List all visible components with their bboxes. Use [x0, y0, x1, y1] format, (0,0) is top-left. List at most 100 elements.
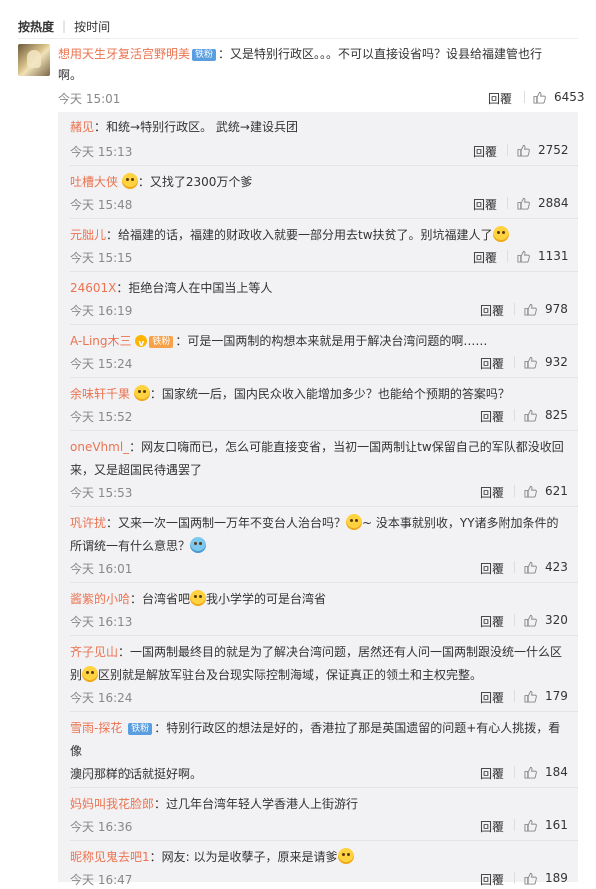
- meta-divider: [514, 872, 515, 884]
- reply-meta: 今天 16:47 回覆 189: [70, 869, 568, 889]
- reply-text: 妈妈叫我花脸郎：过几年台湾年轻人学香港人上街游行: [70, 793, 565, 816]
- emoji-icon: [337, 848, 354, 864]
- meta-divider: [514, 561, 515, 573]
- divider: [70, 165, 578, 166]
- reply-text: 赭见：和统→特别行政区。 武统→建设兵团: [70, 116, 565, 139]
- like-button[interactable]: 320: [524, 613, 568, 627]
- reply-button[interactable]: 回覆: [480, 765, 504, 782]
- reply-username[interactable]: oneVhml_: [70, 440, 129, 454]
- thumb-up-icon: [524, 872, 537, 885]
- fan-badge[interactable]: 铁粉: [192, 49, 217, 61]
- reply-content: ：拒绝台湾人在中国当上等人: [116, 281, 273, 295]
- like-button[interactable]: 2884: [517, 196, 569, 210]
- reply-content-line2: 来，又是超国民待遇罢了: [70, 463, 203, 477]
- reply-content: ：给福建的话，福建的财政收入就要一部分用去tw扶贫了。别坑福建人了: [106, 228, 493, 242]
- reply-content: ：台湾省吧: [130, 592, 191, 606]
- like-button[interactable]: 161: [524, 818, 568, 832]
- meta-divider: [507, 144, 508, 156]
- avatar[interactable]: [18, 44, 50, 76]
- like-button[interactable]: 184: [524, 765, 568, 779]
- reply-button[interactable]: 回覆: [473, 249, 497, 266]
- reply-username[interactable]: A-Ling木三: [70, 334, 132, 348]
- sort-by-hot-tab[interactable]: 按热度: [18, 18, 54, 35]
- thumb-up-icon: [524, 409, 537, 422]
- thumb-up-icon: [524, 303, 537, 316]
- sort-by-time-tab[interactable]: 按时间: [74, 18, 110, 35]
- fan-badge[interactable]: 铁粉: [149, 336, 174, 348]
- reply-username[interactable]: 24601X: [70, 281, 116, 295]
- thumb-up-icon: [517, 250, 530, 263]
- reply-button[interactable]: 回覆: [480, 302, 504, 319]
- main-comment-line1: ：又是特别行政区。。。不可以直接设省吗？设县给福建管也行: [218, 47, 543, 61]
- emoji-icon: [133, 385, 150, 401]
- reply-username[interactable]: 余味轩千果: [70, 387, 130, 401]
- main-comment-username[interactable]: 想用天生牙复活宫野明美: [58, 47, 190, 61]
- like-count: 1131: [538, 249, 569, 263]
- reply-content-line2: 区别就是解放军驻台及台现实际控制海域，保证真正的领土和主权完整。: [98, 668, 483, 682]
- reply-button[interactable]: 回覆: [480, 818, 504, 835]
- reply-button[interactable]: 回覆: [480, 613, 504, 630]
- reply-content: ：国家统一后，国内民众收入能增加多少？也能给个预期的答案吗？: [149, 387, 510, 401]
- reply-time: 今天 15:15: [70, 251, 133, 265]
- reply-button[interactable]: 回覆: [480, 871, 504, 888]
- main-comment-meta: 今天 15:01 回覆 6453: [58, 88, 585, 108]
- reply-meta: 今天 15:24 回覆 932: [70, 353, 568, 373]
- reply-button[interactable]: 回覆: [480, 689, 504, 706]
- sort-bar: 按热度 | 按时间: [18, 16, 110, 36]
- reply-username[interactable]: 妈妈叫我花脸郎: [70, 797, 154, 811]
- like-button[interactable]: 932: [524, 355, 568, 369]
- reply-button[interactable]: 回覆: [480, 355, 504, 372]
- reply-button[interactable]: 回覆: [480, 484, 504, 501]
- reply-time: 今天 16:47: [70, 873, 133, 887]
- like-button[interactable]: 978: [524, 302, 568, 316]
- reply-time: 今天 16:36: [70, 820, 133, 834]
- reply-time: 今天 15:13: [70, 145, 133, 159]
- emoji-icon: [346, 514, 363, 530]
- reply-text: 余味轩千果 ：国家统一后，国内民众收入能增加多少？也能给个预期的答案吗？: [70, 383, 565, 406]
- like-button[interactable]: 189: [524, 871, 568, 885]
- emoji-icon: [190, 537, 207, 553]
- emoji-icon: [492, 226, 509, 242]
- reply-content: ：又找了2300万个爹: [137, 175, 253, 189]
- vip-icon: [135, 333, 148, 356]
- like-button[interactable]: 2752: [517, 143, 569, 157]
- reply-meta: 今天 16:13 回覆 320: [70, 611, 568, 631]
- reply-content: ：一国两制最终目的就是为了解决台湾问题，居然还有人问一国两制跟没统一什么区: [118, 645, 563, 659]
- like-button[interactable]: 825: [524, 408, 568, 422]
- main-like-count: 6453: [554, 90, 585, 104]
- reply-button[interactable]: 回覆: [480, 560, 504, 577]
- like-button[interactable]: 1131: [517, 249, 569, 263]
- meta-divider: [514, 303, 515, 315]
- reply-button[interactable]: 回覆: [473, 196, 497, 213]
- reply-meta: 今天 16:36 回覆 161: [70, 816, 568, 836]
- like-button[interactable]: 621: [524, 484, 568, 498]
- reply-username[interactable]: 巩许扰: [70, 516, 106, 530]
- thumb-up-icon: [524, 561, 537, 574]
- reply-time: 今天 15:53: [70, 486, 133, 500]
- reply-meta: 今天 15:15 回覆 1131: [70, 247, 569, 267]
- fan-badge[interactable]: 铁粉: [128, 723, 153, 735]
- like-count: 2884: [538, 196, 569, 210]
- like-count: 184: [545, 765, 568, 779]
- reply-username[interactable]: 齐子见山: [70, 645, 118, 659]
- reply-time: 今天 15:52: [70, 410, 133, 424]
- reply-username[interactable]: 酱紫的小哈: [70, 592, 130, 606]
- reply-username[interactable]: 昵称见鬼去吧1: [70, 850, 150, 864]
- like-button[interactable]: 423: [524, 560, 568, 574]
- reply-username[interactable]: 雪雨-探花: [70, 721, 122, 735]
- reply-button[interactable]: 回覆: [480, 408, 504, 425]
- reply-meta: 今天 15:48 回覆 2884: [70, 194, 569, 214]
- divider: [70, 582, 578, 583]
- reply-username[interactable]: 赭见: [70, 120, 94, 134]
- reply-username[interactable]: 元胐儿: [70, 228, 106, 242]
- reply-meta: 今天 15:52 回覆 184: [70, 763, 568, 783]
- reply-button[interactable]: 回覆: [473, 143, 497, 160]
- main-like-button[interactable]: 6453: [533, 90, 585, 104]
- thumb-up-icon: [524, 614, 537, 627]
- like-button[interactable]: 179: [524, 689, 568, 703]
- main-reply-button[interactable]: 回覆: [488, 90, 512, 107]
- divider: [70, 271, 578, 272]
- meta-divider: [514, 819, 515, 831]
- reply-username[interactable]: 吐槽大侠: [70, 175, 118, 189]
- reply-text: 巩许扰：又来一次一国两制一万年不变台人治台吗？ ~ 没本事就别收，YY诸多附加条件…: [70, 512, 565, 558]
